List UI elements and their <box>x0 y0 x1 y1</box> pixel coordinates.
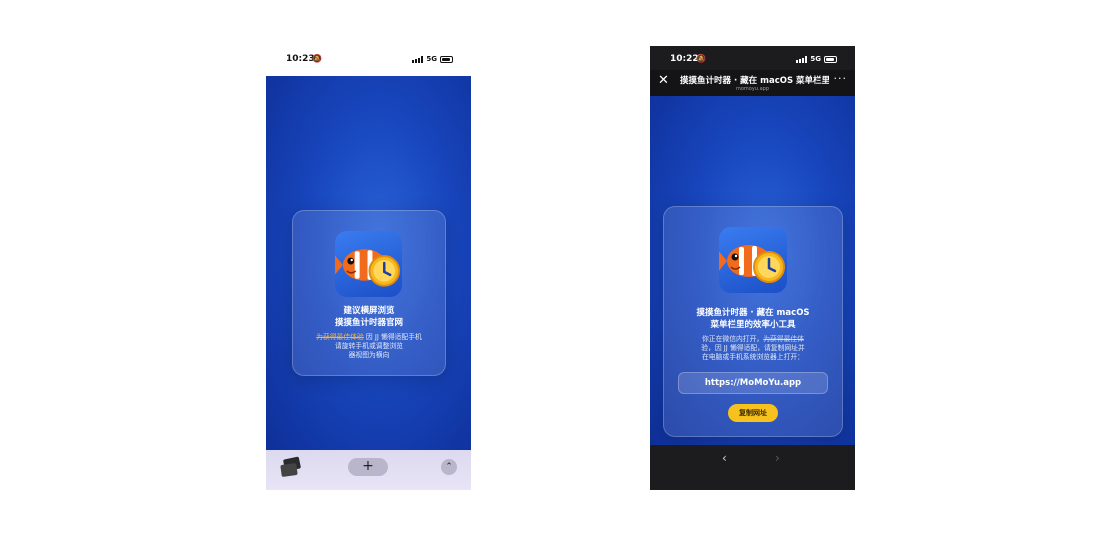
page-title: 摸摸鱼计时器 · 藏在 macOS 菜单栏里 <box>680 76 829 86</box>
clownfish-clock-app-icon <box>719 227 787 293</box>
right-phone-screen: 10:22 🔕 5G ✕ 摸摸鱼计时器 · 藏在 macOS 菜单栏里 momo… <box>650 46 855 490</box>
status-time: 10:23 <box>286 54 315 64</box>
silent-bell-icon: 🔕 <box>312 54 322 63</box>
status-time: 10:22 <box>670 54 699 64</box>
more-icon[interactable]: ··· <box>834 72 848 85</box>
wechat-webview-header: ✕ 摸摸鱼计时器 · 藏在 macOS 菜单栏里 momoyu.app ··· <box>650 70 855 96</box>
new-tab-button[interactable]: + <box>348 458 388 476</box>
web-content: 建议横屏浏览 摸摸鱼计时器官网 为获得最佳体验 因 JJ 懒得适配手机 请旋转手… <box>266 76 471 451</box>
card-title: 摸摸鱼计时器 · 藏在 macOS 菜单栏里的效率小工具 <box>696 308 810 330</box>
battery-icon <box>440 55 453 63</box>
copy-url-button[interactable]: 复制网址 <box>728 404 778 422</box>
left-phone-screen: 10:23 🔕 5G 建议横屏浏览 摸摸鱼计时器官网 为获得最佳体验 因 JJ … <box>266 46 471 490</box>
web-content: 摸摸鱼计时器 · 藏在 macOS 菜单栏里的效率小工具 你正在微信内打开，为获… <box>650 96 855 445</box>
page-domain: momoyu.app <box>736 86 769 92</box>
clownfish-clock-app-icon <box>335 231 402 297</box>
card-title: 建议横屏浏览 摸摸鱼计时器官网 <box>334 306 403 328</box>
network-label: 5G <box>810 55 821 63</box>
forward-icon[interactable]: › <box>775 451 780 465</box>
browser-toolbar: + ⌃ <box>266 450 471 490</box>
silent-bell-icon: 🔕 <box>696 54 706 63</box>
back-icon[interactable]: ‹ <box>722 451 727 465</box>
open-in-browser-card: 摸摸鱼计时器 · 藏在 macOS 菜单栏里的效率小工具 你正在微信内打开，为获… <box>663 206 843 437</box>
signal-bars-icon <box>796 55 808 63</box>
chevron-up-icon[interactable]: ⌃ <box>441 459 457 475</box>
url-field[interactable]: https://MoMoYu.app <box>678 372 828 394</box>
landscape-hint-card: 建议横屏浏览 摸摸鱼计时器官网 为获得最佳体验 因 JJ 懒得适配手机 请旋转手… <box>292 210 446 376</box>
webview-navigation-bar: ‹ › <box>650 445 855 490</box>
card-body: 为获得最佳体验 因 JJ 懒得适配手机 请旋转手机或调整浏览 器视图为横向 <box>316 333 422 359</box>
network-label: 5G <box>426 55 437 63</box>
status-bar: 10:23 🔕 5G <box>266 46 471 74</box>
signal-bars-icon <box>412 55 424 63</box>
card-body: 你正在微信内打开，为获得最佳体 验，因 JJ 懒得适配，请复制网址并 在电脑或手… <box>701 335 805 361</box>
battery-icon <box>824 55 837 63</box>
tabs-icon[interactable] <box>278 456 304 478</box>
